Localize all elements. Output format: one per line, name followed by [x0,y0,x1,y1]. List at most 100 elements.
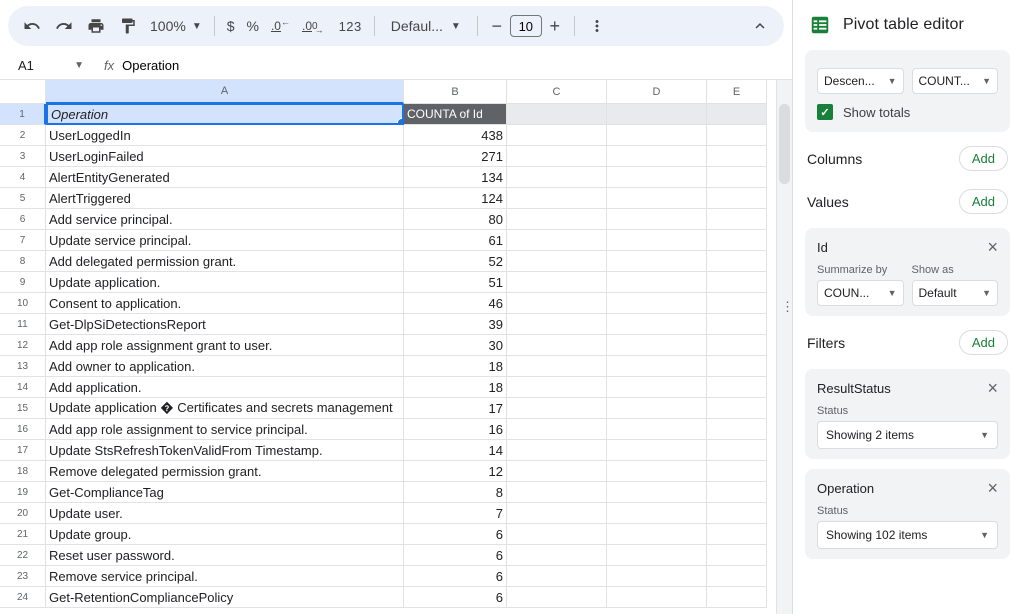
row-header[interactable]: 11 [0,314,46,335]
cell[interactable] [507,104,607,125]
cell[interactable] [507,482,607,503]
cell[interactable] [507,503,607,524]
row-header[interactable]: 7 [0,230,46,251]
cell[interactable]: 8 [404,482,507,503]
row-header[interactable]: 23 [0,566,46,587]
row-header[interactable]: 13 [0,356,46,377]
row-header[interactable]: 2 [0,125,46,146]
cell[interactable] [507,335,607,356]
cell[interactable] [607,125,707,146]
cell[interactable] [507,587,607,608]
cell[interactable] [607,272,707,293]
cell[interactable]: 17 [404,398,507,419]
cell[interactable]: 61 [404,230,507,251]
cell[interactable]: 30 [404,335,507,356]
cell[interactable] [607,188,707,209]
cell[interactable] [707,545,767,566]
cell[interactable] [607,146,707,167]
cell-reference[interactable]: A1▼ [8,58,88,73]
cell[interactable]: Update application � Certificates and se… [46,398,404,419]
font-family-select[interactable]: Defaul...▼ [383,18,469,34]
decrease-decimal-button[interactable]: .0← [267,12,294,40]
collapse-toolbar-button[interactable] [746,12,774,40]
scroll-thumb[interactable] [779,104,790,184]
row-header[interactable]: 12 [0,335,46,356]
row-header[interactable]: 19 [0,482,46,503]
cell[interactable]: Operation [46,104,404,125]
cell[interactable] [607,587,707,608]
cell[interactable] [607,461,707,482]
print-button[interactable] [82,12,110,40]
row-header[interactable]: 18 [0,461,46,482]
row-header[interactable]: 3 [0,146,46,167]
sort-by-dropdown[interactable]: COUNT...▼ [912,68,999,94]
cell[interactable]: Add app role assignment to service princ… [46,419,404,440]
percent-button[interactable]: % [243,12,263,40]
row-header[interactable]: 24 [0,587,46,608]
cell[interactable]: UserLoginFailed [46,146,404,167]
cell[interactable]: 46 [404,293,507,314]
paint-format-button[interactable] [114,12,142,40]
cell[interactable] [707,104,767,125]
column-header[interactable]: E [707,80,767,104]
increase-font-size-button[interactable]: + [544,15,566,37]
filter-status-dropdown[interactable]: Showing 102 items▼ [817,521,998,549]
cell[interactable] [707,335,767,356]
cell[interactable] [707,188,767,209]
cell[interactable] [607,524,707,545]
row-header[interactable]: 8 [0,251,46,272]
cell[interactable]: 51 [404,272,507,293]
cell[interactable] [707,146,767,167]
cell[interactable] [707,377,767,398]
cell[interactable] [607,335,707,356]
cell[interactable] [707,398,767,419]
cell[interactable] [707,125,767,146]
cell[interactable]: Update user. [46,503,404,524]
cell[interactable]: Add delegated permission grant. [46,251,404,272]
cell[interactable]: 18 [404,377,507,398]
cell[interactable] [607,230,707,251]
column-header[interactable]: D [607,80,707,104]
decrease-font-size-button[interactable]: − [486,15,508,37]
cell[interactable] [707,356,767,377]
cell[interactable]: 6 [404,545,507,566]
cell[interactable]: 7 [404,503,507,524]
row-header[interactable]: 14 [0,377,46,398]
redo-button[interactable] [50,12,78,40]
select-all-corner[interactable] [0,80,46,104]
cell[interactable] [707,587,767,608]
cell[interactable]: UserLoggedIn [46,125,404,146]
column-header[interactable]: A [46,80,404,104]
cell[interactable]: Get-ComplianceTag [46,482,404,503]
more-toolbar-button[interactable] [583,12,611,40]
cell[interactable] [607,209,707,230]
column-header[interactable]: B [404,80,507,104]
cell[interactable]: Add application. [46,377,404,398]
cell[interactable] [507,272,607,293]
vertical-scrollbar[interactable] [776,80,792,614]
cell[interactable] [507,314,607,335]
row-header[interactable]: 16 [0,419,46,440]
filter-status-dropdown[interactable]: Showing 2 items▼ [817,421,998,449]
cell[interactable] [607,167,707,188]
cell[interactable]: Add owner to application. [46,356,404,377]
cell[interactable]: Reset user password. [46,545,404,566]
cell[interactable]: Update StsRefreshTokenValidFrom Timestam… [46,440,404,461]
row-header[interactable]: 21 [0,524,46,545]
cell[interactable]: Add service principal. [46,209,404,230]
formula-input[interactable] [122,58,784,73]
cell[interactable] [607,104,707,125]
cell[interactable]: Remove service principal. [46,566,404,587]
cell[interactable]: 14 [404,440,507,461]
cell[interactable]: Consent to application. [46,293,404,314]
cell[interactable] [507,461,607,482]
cell[interactable] [507,188,607,209]
cell[interactable]: 12 [404,461,507,482]
cell[interactable] [507,230,607,251]
cell[interactable]: 18 [404,356,507,377]
row-header[interactable]: 10 [0,293,46,314]
cell[interactable] [707,440,767,461]
format-more-button[interactable]: 123 [335,12,366,40]
cell[interactable] [507,146,607,167]
row-header[interactable]: 5 [0,188,46,209]
